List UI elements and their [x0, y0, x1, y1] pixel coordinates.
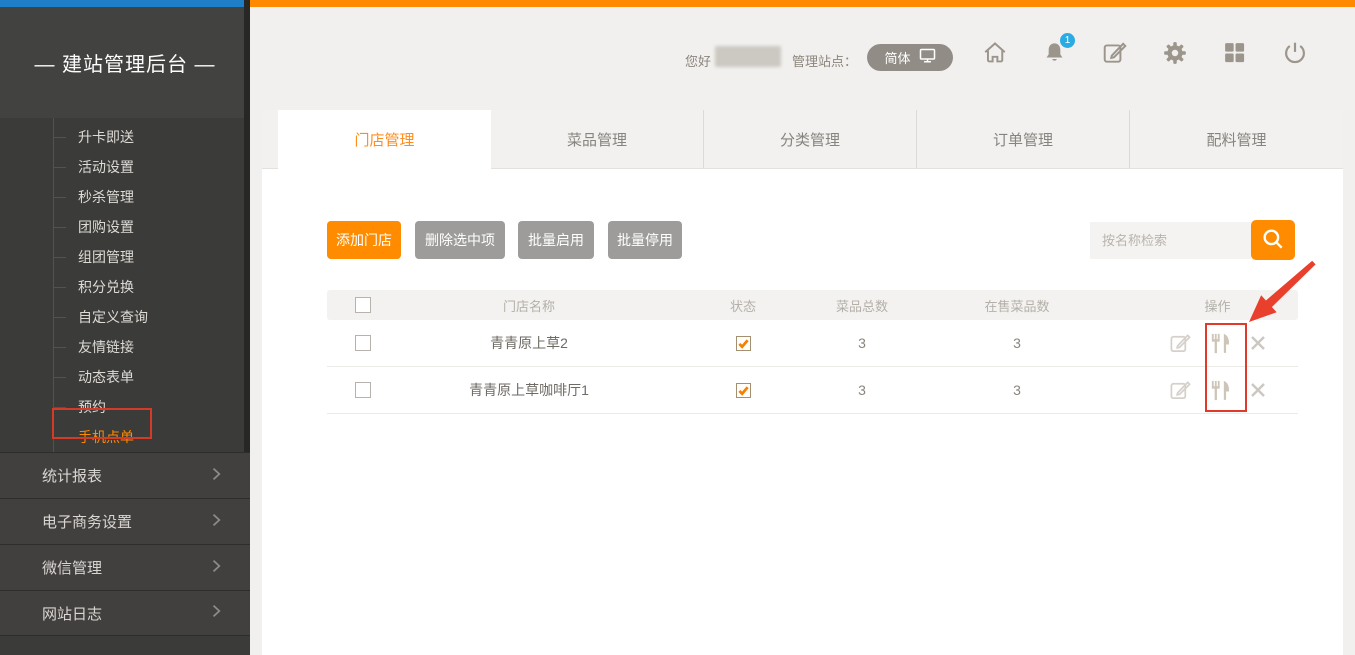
tab-dish-management[interactable]: 菜品管理: [491, 110, 704, 168]
search-icon: [1260, 226, 1286, 255]
sidebar-item-activity-settings[interactable]: 活动设置: [0, 152, 250, 182]
edit-store-icon[interactable]: [1169, 379, 1192, 402]
stores-table: 门店名称 状态 菜品总数 在售菜品数 操作 青青原上草2 3 3 青青原上草咖啡…: [327, 290, 1298, 414]
sidebar-section-site-logs[interactable]: 网站日志: [0, 590, 250, 636]
table-header-row: 门店名称 状态 菜品总数 在售菜品数 操作: [327, 290, 1298, 320]
table-row: 青青原上草2 3 3: [327, 320, 1298, 367]
sidebar-section-statistics[interactable]: 统计报表: [0, 452, 250, 498]
settings-gear-icon[interactable]: [1162, 40, 1188, 66]
add-store-button[interactable]: 添加门店: [327, 221, 401, 259]
sidebar-top-stripe: [0, 0, 250, 7]
tab-bar: 门店管理 菜品管理 分类管理 订单管理 配料管理: [262, 110, 1343, 169]
logout-power-icon[interactable]: [1282, 40, 1308, 66]
total-dishes-value: 3: [827, 335, 897, 351]
notification-badge: 1: [1060, 33, 1075, 48]
dish-menu-icon[interactable]: [1209, 379, 1232, 402]
app-title: — 建站管理后台 —: [34, 48, 215, 77]
edit-store-icon[interactable]: [1169, 332, 1192, 355]
monitor-icon: [919, 48, 936, 67]
sidebar-item-custom-query[interactable]: 自定义查询: [0, 302, 250, 332]
table-row: 青青原上草咖啡厅1 3 3: [327, 367, 1298, 414]
sidebar-item-flash-sale[interactable]: 秒杀管理: [0, 182, 250, 212]
store-name: 青青原上草2: [399, 333, 659, 353]
col-store-name: 门店名称: [399, 296, 659, 315]
search-input[interactable]: [1090, 222, 1251, 259]
sidebar-item-points-exchange[interactable]: 积分兑换: [0, 272, 250, 302]
sidebar-sections: 统计报表 电子商务设置 微信管理 网站日志: [0, 452, 250, 636]
greeting-text: 您好: [685, 51, 711, 70]
tab-store-management[interactable]: 门店管理: [278, 110, 491, 169]
edit-compose-icon[interactable]: [1102, 40, 1128, 66]
col-total-dishes: 菜品总数: [827, 296, 897, 315]
sidebar-header: — 建站管理后台 —: [0, 7, 250, 118]
apps-grid-icon[interactable]: [1222, 40, 1248, 66]
row-checkbox[interactable]: [355, 335, 371, 351]
status-checkbox-checked[interactable]: [736, 383, 751, 398]
status-checkbox-checked[interactable]: [736, 336, 751, 351]
sidebar-item-group-buy[interactable]: 团购设置: [0, 212, 250, 242]
home-icon[interactable]: [982, 40, 1008, 66]
select-all-checkbox[interactable]: [355, 297, 371, 313]
delete-store-icon[interactable]: [1249, 334, 1267, 352]
sidebar-menu-tree: 升卡即送 活动设置 秒杀管理 团购设置 组团管理 积分兑换 自定义查询 友情链接…: [0, 118, 250, 452]
sidebar-item-booking[interactable]: 预约: [0, 392, 250, 422]
chevron-right-icon: [206, 601, 226, 625]
sidebar-item-friend-links[interactable]: 友情链接: [0, 332, 250, 362]
col-status: 状态: [659, 296, 827, 315]
tab-category-management[interactable]: 分类管理: [704, 110, 917, 168]
sidebar-item-group-mgmt[interactable]: 组团管理: [0, 242, 250, 272]
total-dishes-value: 3: [827, 382, 897, 398]
chevron-right-icon: [206, 510, 226, 534]
batch-disable-button[interactable]: 批量停用: [608, 221, 682, 259]
search-button[interactable]: [1251, 220, 1295, 260]
chevron-right-icon: [206, 556, 226, 580]
dish-menu-icon[interactable]: [1209, 332, 1232, 355]
main-content-card: 门店管理 菜品管理 分类管理 订单管理 配料管理 添加门店 删除选中项 批量启用…: [262, 110, 1343, 655]
header-icon-bar: 1: [982, 40, 1308, 66]
onsale-dishes-value: 3: [897, 335, 1137, 351]
sidebar: — 建站管理后台 — 升卡即送 活动设置 秒杀管理 团购设置 组团管理 积分兑换…: [0, 7, 250, 655]
tab-ingredient-management[interactable]: 配料管理: [1130, 110, 1343, 168]
tab-order-management[interactable]: 订单管理: [917, 110, 1130, 168]
sidebar-item-mobile-ordering[interactable]: 手机点单: [0, 422, 250, 452]
col-actions: 操作: [1137, 296, 1298, 315]
sidebar-section-ecommerce[interactable]: 电子商务设置: [0, 498, 250, 544]
delete-store-icon[interactable]: [1249, 381, 1267, 399]
content-top-stripe: [250, 0, 1355, 7]
top-header: 您好 管理站点： 简体 1: [250, 7, 1355, 110]
store-name: 青青原上草咖啡厅1: [399, 380, 659, 400]
language-switch-button[interactable]: 简体: [867, 44, 953, 71]
row-checkbox[interactable]: [355, 382, 371, 398]
redacted-username: [715, 46, 781, 67]
col-onsale-dishes: 在售菜品数: [897, 296, 1137, 315]
chevron-right-icon: [206, 464, 226, 488]
sidebar-section-wechat[interactable]: 微信管理: [0, 544, 250, 590]
site-label: 管理站点：: [792, 51, 857, 70]
sidebar-item-card-gift[interactable]: 升卡即送: [0, 122, 250, 152]
batch-enable-button[interactable]: 批量启用: [518, 221, 594, 259]
sidebar-item-dynamic-forms[interactable]: 动态表单: [0, 362, 250, 392]
delete-selected-button[interactable]: 删除选中项: [415, 221, 505, 259]
onsale-dishes-value: 3: [897, 382, 1137, 398]
notifications-bell-icon[interactable]: 1: [1042, 40, 1068, 66]
